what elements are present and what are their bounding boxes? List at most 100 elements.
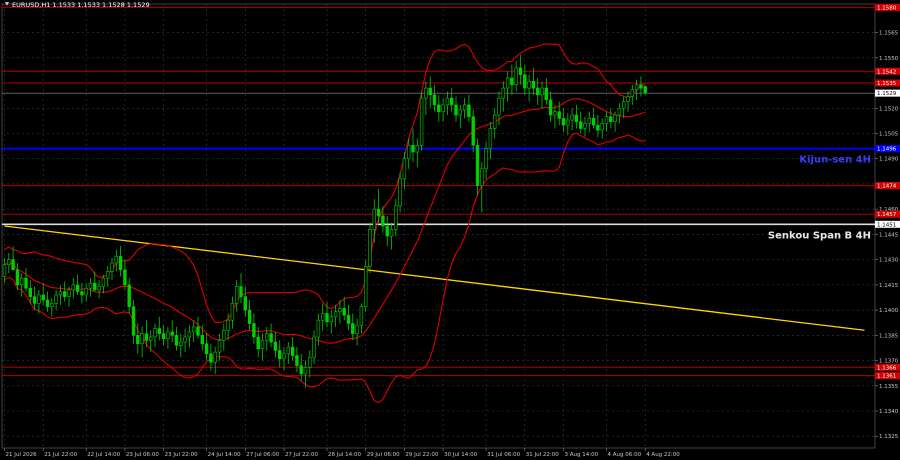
candle-body: [97, 286, 101, 291]
candle-body: [591, 118, 596, 126]
candle-body: [634, 84, 639, 91]
candle-body: [153, 328, 157, 338]
candle-body: [372, 208, 376, 230]
y-tick-label: 1.1340: [879, 409, 899, 415]
candle-body: [613, 114, 617, 123]
price-tag-label: 1.1451: [877, 222, 896, 228]
x-tick-label: 24 Jul 14:00: [208, 452, 241, 458]
y-tick-label: 1.1565: [879, 31, 899, 37]
candle-body: [523, 74, 527, 89]
candle-body: [213, 351, 217, 363]
candle-body: [106, 271, 110, 279]
price-chart[interactable]: 1.1565 1.1550 1.1535 1.1520 1.1505 1.1490 1.14…: [0, 0, 900, 460]
price-tag-label: 1.1361: [877, 374, 896, 380]
x-tick-label: 29 Jul 06:00: [367, 452, 400, 458]
x-tick-label: 23 Jul 22:00: [165, 452, 198, 458]
candle-body: [222, 329, 226, 341]
candle-body: [144, 333, 149, 341]
candle-body: [187, 331, 192, 338]
x-tick-label: 21 Jul 22:00: [44, 452, 77, 458]
candle-body: [192, 326, 196, 333]
chart-background: [0, 0, 900, 460]
x-tick-label: 21 Jul 2026: [6, 452, 38, 458]
candle-body: [170, 331, 174, 336]
candle-body: [458, 109, 462, 116]
x-tick-label: 4 Aug 22:00: [646, 452, 680, 458]
candle-body: [71, 284, 76, 291]
candle-body: [338, 308, 342, 313]
candle-body: [587, 118, 592, 124]
candle-body: [299, 365, 303, 375]
candle-body: [312, 336, 316, 358]
candle-body: [480, 168, 484, 186]
candle-body: [639, 84, 643, 89]
candle-body: [230, 303, 235, 321]
candle-body: [574, 114, 579, 123]
candle-body: [67, 289, 71, 297]
candle: [368, 222, 372, 274]
candle: [363, 259, 368, 312]
candle-body: [15, 269, 20, 286]
candle-body: [621, 101, 626, 109]
y-tick-label: 1.1505: [879, 132, 899, 138]
candle-body: [24, 277, 28, 289]
candle-body: [123, 269, 127, 286]
candle-body: [58, 291, 63, 296]
candle: [419, 91, 424, 151]
candle-body: [346, 314, 351, 324]
candle-body: [252, 323, 256, 338]
candle-body: [93, 282, 97, 291]
current-price-label: 1.1529: [877, 91, 897, 97]
candle-body: [2, 264, 7, 277]
candle-body: [484, 148, 488, 170]
candle-body: [286, 346, 290, 355]
candle-body: [359, 306, 364, 326]
candle-body: [643, 86, 647, 94]
candle-body: [398, 178, 402, 207]
candle-body: [376, 208, 381, 217]
candle-body: [501, 87, 505, 99]
candle-body: [381, 215, 385, 227]
candle-body: [544, 87, 549, 101]
candle-body: [578, 121, 583, 129]
candle-body: [265, 333, 269, 341]
candle-body: [411, 144, 415, 153]
candle-body: [62, 291, 67, 297]
candle-body: [37, 294, 41, 304]
candle-body: [84, 287, 88, 296]
candle-body: [157, 328, 161, 334]
candle-body: [54, 294, 58, 304]
candle-body: [19, 277, 24, 286]
y-tick-label: 1.1325: [879, 434, 899, 440]
candle-body: [342, 308, 346, 316]
candle-body: [110, 262, 114, 272]
x-tick-label: 22 Jul 14:00: [87, 452, 120, 458]
candle-body: [609, 116, 613, 123]
candle-body: [316, 319, 321, 338]
candle-body: [290, 346, 295, 356]
candle-body: [540, 87, 544, 96]
candle-body: [50, 303, 54, 308]
candle-body: [351, 323, 355, 334]
candle-body: [308, 356, 312, 368]
candle-body: [7, 259, 11, 265]
candle-body: [432, 94, 437, 106]
candle-body: [325, 313, 329, 323]
candle-body: [136, 335, 140, 345]
y-tick-label: 1.1445: [879, 232, 899, 238]
candle-body: [140, 333, 144, 345]
candle-body: [445, 97, 450, 106]
candle-body: [454, 104, 458, 116]
candle-body: [320, 313, 325, 321]
level-label: Kijun-sen 4H: [799, 155, 871, 166]
candle-body: [449, 97, 454, 106]
candle-body: [600, 123, 604, 131]
candle-body: [75, 284, 80, 292]
candle-body: [406, 144, 411, 160]
price-tag-label: 1.1496: [877, 147, 897, 153]
candle-body: [596, 124, 600, 131]
candle-body: [217, 340, 222, 353]
x-tick-label: 31 Jul 22:00: [526, 452, 559, 458]
x-tick-label: 29 Jul 22:00: [405, 452, 438, 458]
y-tick-label: 1.1355: [879, 384, 899, 390]
